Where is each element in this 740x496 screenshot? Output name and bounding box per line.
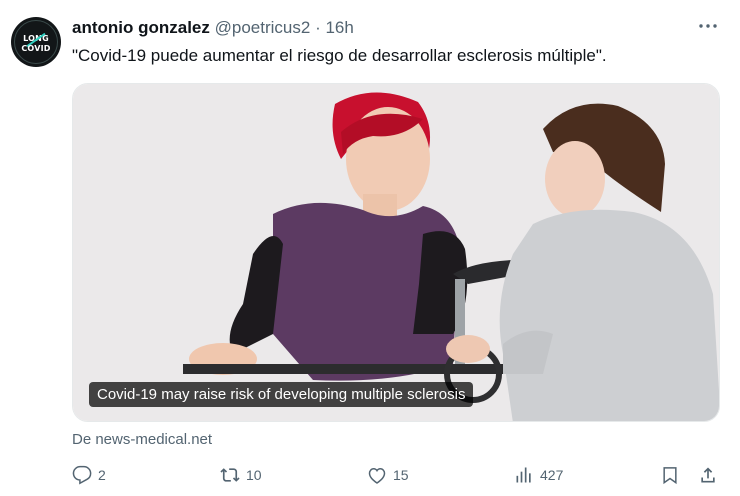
- share-icon: [701, 467, 715, 483]
- like-count: 15: [393, 467, 409, 483]
- tweet-text: "Covid-19 puede aumentar el riesgo de de…: [72, 46, 607, 65]
- action-bar: 2 10 15 427: [72, 460, 722, 490]
- tweet-time[interactable]: 16h: [325, 18, 353, 37]
- tweet-header: antonio gonzalez @poetricus2 · 16h: [72, 18, 354, 38]
- views-icon: [516, 467, 531, 483]
- card-image: [73, 84, 719, 421]
- views-button[interactable]: 427: [514, 460, 563, 490]
- card-caption: Covid-19 may raise risk of developing mu…: [89, 382, 474, 407]
- card-source[interactable]: De news-medical.net: [72, 431, 212, 448]
- link-card[interactable]: Covid-19 may raise risk of developing mu…: [72, 83, 720, 422]
- avatar[interactable]: LONG COVID: [11, 17, 61, 67]
- reply-button[interactable]: 2: [72, 460, 106, 490]
- like-button[interactable]: 15: [367, 460, 409, 490]
- author-handle[interactable]: @poetricus2: [215, 18, 311, 37]
- bookmark-icon: [663, 467, 677, 485]
- heart-icon: [368, 467, 386, 484]
- reply-icon: [72, 465, 92, 485]
- retweet-button[interactable]: 10: [220, 460, 262, 490]
- author-name[interactable]: antonio gonzalez: [72, 18, 210, 37]
- retweet-count: 10: [246, 467, 262, 483]
- separator: ·: [315, 18, 321, 37]
- more-icon[interactable]: [696, 14, 720, 38]
- views-count: 427: [540, 467, 564, 483]
- bookmark-button[interactable]: [660, 460, 686, 490]
- reply-count: 2: [98, 467, 106, 483]
- share-button[interactable]: [698, 460, 724, 490]
- avatar-text-bottom: COVID: [21, 44, 51, 53]
- retweet-icon: [220, 468, 240, 482]
